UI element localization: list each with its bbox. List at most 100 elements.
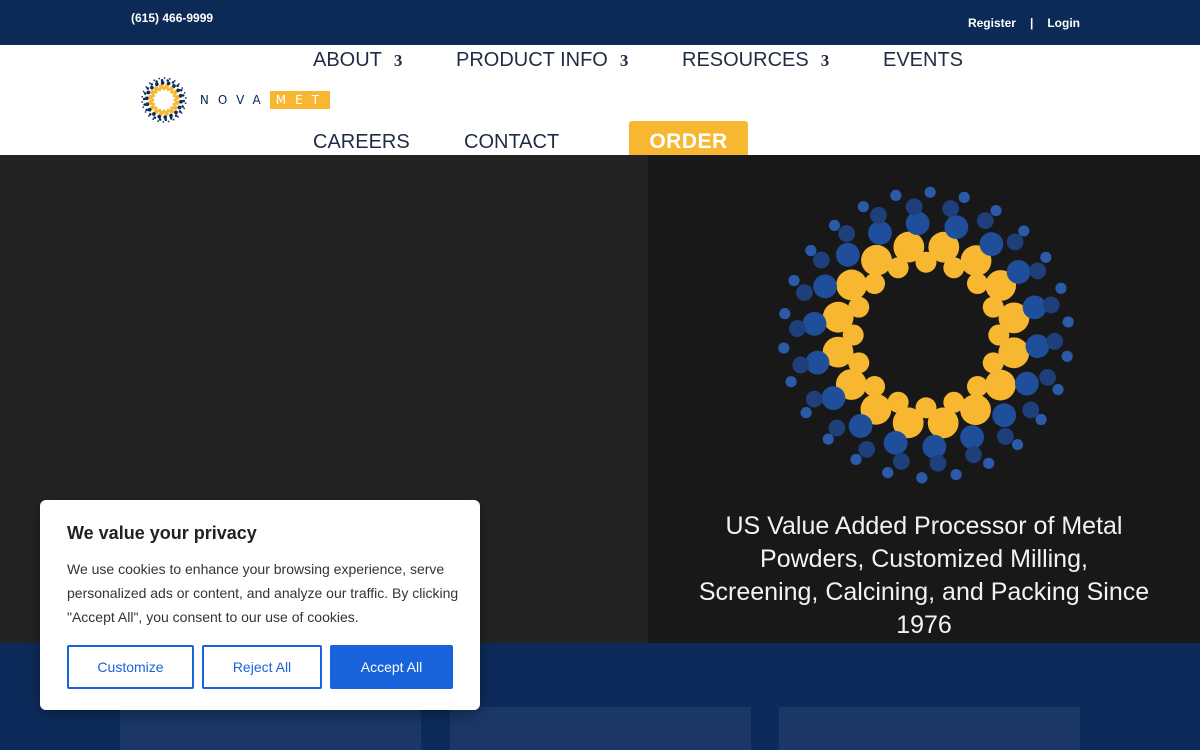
burst-dot: [170, 106, 174, 110]
nav-events[interactable]: EVENTS: [883, 49, 963, 72]
burst-dot: [155, 82, 159, 87]
burst-dot: [944, 215, 969, 240]
burst-dot: [990, 204, 1002, 217]
burst-dot: [992, 403, 1017, 428]
burst-dot: [998, 337, 1030, 369]
burst-dot: [167, 120, 170, 123]
burst-dot: [1055, 282, 1067, 294]
burst-dot: [785, 376, 797, 388]
burst-dot: [792, 356, 810, 374]
feature-card[interactable]: [450, 707, 751, 750]
burst-dot: [1062, 316, 1074, 328]
burst-dot: [148, 115, 150, 117]
burst-dot: [828, 419, 846, 437]
nav-about-label: ABOUT: [313, 49, 382, 71]
burst-dot: [178, 83, 180, 85]
phone-number[interactable]: (615) 466-9999: [131, 11, 213, 25]
burst-dot: [850, 453, 862, 466]
burst-dot: [179, 99, 183, 104]
accept-all-button[interactable]: Accept All: [330, 645, 453, 689]
burst-dot: [857, 201, 869, 213]
nav-contact-label: CONTACT: [464, 131, 560, 153]
burst-dot: [160, 80, 165, 85]
burst-dot: [181, 87, 184, 89]
hero-brand-panel: US Value Added Processor of Metal Powder…: [648, 155, 1200, 643]
burst-dot: [929, 454, 947, 472]
burst-dot: [153, 116, 157, 119]
wordmark-nova: NOVA: [199, 93, 270, 107]
burst-dot: [1039, 369, 1057, 386]
nav-about[interactable]: ABOUT 3: [313, 49, 402, 72]
burst-dot: [1015, 371, 1039, 396]
burst-dot: [163, 77, 166, 79]
feature-card[interactable]: [779, 707, 1080, 750]
burst-dot: [176, 88, 181, 93]
burst-dot: [882, 466, 894, 479]
burst-dot: [821, 386, 846, 410]
burst-dot: [172, 84, 176, 88]
burst-dot: [142, 90, 145, 93]
hero-tagline: US Value Added Processor of Metal Powder…: [698, 512, 1150, 639]
burst-dot: [870, 206, 887, 224]
burst-dot: [1040, 251, 1052, 263]
burst-dot: [175, 100, 180, 106]
burst-dot: [1006, 260, 1031, 284]
nav-careers[interactable]: CAREERS: [313, 131, 410, 154]
burst-dot: [170, 90, 174, 94]
burst-dot: [148, 113, 152, 116]
burst-dot: [1029, 262, 1047, 280]
login-link[interactable]: Login: [1047, 16, 1080, 30]
burst-dot: [996, 428, 1014, 445]
nav-contact[interactable]: CONTACT: [464, 131, 559, 154]
burst-dot: [166, 81, 171, 86]
burst-dot: [152, 112, 156, 116]
burst-dot: [960, 394, 991, 426]
burst-dot: [150, 83, 154, 86]
burst-dot: [169, 109, 174, 114]
burst-dot: [145, 86, 148, 88]
burst-dot: [1035, 413, 1047, 426]
customize-button[interactable]: Customize: [67, 645, 194, 689]
burst-dot: [916, 472, 928, 484]
nav-resources-label: RESOURCES: [682, 49, 809, 71]
burst-dot: [169, 113, 173, 118]
burst-dot: [778, 342, 790, 354]
burst-dot: [142, 106, 145, 109]
burst-dot: [164, 111, 169, 116]
feature-card[interactable]: [120, 707, 421, 750]
burst-dot: [158, 118, 162, 121]
burst-dot: [828, 219, 841, 231]
nav-product-info-label: PRODUCT INFO: [456, 49, 608, 71]
burst-dot: [171, 81, 175, 84]
burst-dot: [153, 86, 159, 91]
burst-dot: [182, 99, 186, 103]
burst-dot: [942, 200, 960, 217]
register-link[interactable]: Register: [968, 16, 1016, 30]
burst-dot: [177, 105, 182, 110]
novamet-logo[interactable]: NOVA MET: [140, 71, 330, 129]
burst-dot: [181, 94, 185, 97]
burst-dot: [892, 453, 910, 470]
burst-dot: [858, 440, 876, 458]
burst-dot: [146, 90, 151, 95]
burst-dot: [983, 457, 995, 469]
nav-resources[interactable]: RESOURCES 3: [682, 49, 829, 72]
reject-all-button[interactable]: Reject All: [202, 645, 322, 689]
top-bar: (615) 466-9999 Register | Login: [0, 0, 1200, 45]
burst-dot: [788, 274, 800, 287]
burst-dot: [183, 107, 186, 110]
burst-dot: [162, 121, 165, 123]
sunburst-logo-icon: [141, 77, 187, 123]
burst-dot: [1046, 333, 1064, 350]
burst-dot: [180, 112, 183, 114]
burst-dot: [148, 94, 153, 100]
burst-dot: [1052, 383, 1064, 396]
burst-dot: [148, 82, 151, 84]
burst-dot: [802, 311, 827, 336]
burst-dot: [183, 91, 186, 94]
account-links: Register | Login: [968, 16, 1080, 30]
burst-dot: [979, 232, 1004, 256]
burst-dot: [1022, 295, 1047, 320]
nav-product-info[interactable]: PRODUCT INFO 3: [456, 49, 628, 72]
burst-dot: [1011, 439, 1024, 451]
